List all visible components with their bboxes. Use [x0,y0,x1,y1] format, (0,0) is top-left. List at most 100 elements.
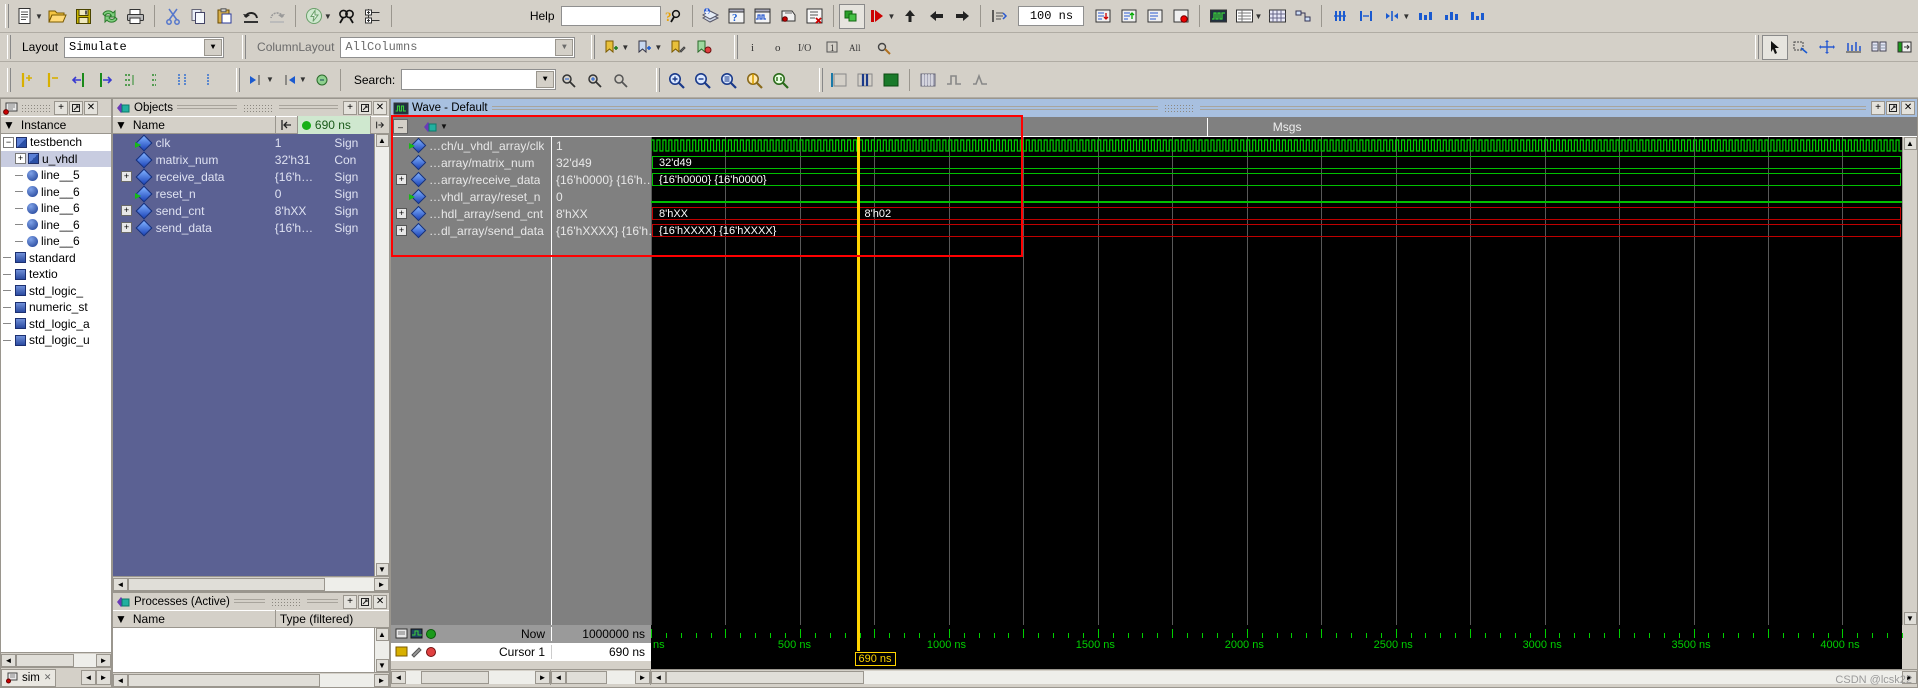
format-step-icon[interactable] [941,67,967,92]
layout-select[interactable]: Simulate ▼ [64,36,225,58]
waveform-canvas[interactable]: 32'd49 {16'h0000} {16'h0000} 8'hXX 8'h02 {16… [651,137,1902,625]
scroll-down-button[interactable]: ▼ [1903,612,1917,625]
measure-icon[interactable] [1840,35,1866,60]
scroll-track[interactable] [128,673,374,687]
chevron-down-icon[interactable]: ▼ [621,43,629,52]
object-row[interactable]: + send_cnt 8'hXX Sign [113,202,374,219]
chevron-down-icon[interactable]: ▼ [555,38,574,56]
instance-row[interactable]: line__6 [1,233,111,250]
step-over-icon[interactable] [1090,4,1116,29]
select-arrow-icon[interactable] [1762,34,1788,60]
format-dither-icon[interactable] [915,67,941,92]
add-icon[interactable]: + [343,594,358,609]
ungroup-signals-icon[interactable] [144,67,170,92]
object-row[interactable]: matrix_num 32'h31 Con [113,151,374,168]
instance-row[interactable]: std_logic_a [1,316,111,333]
scroll-thumb[interactable] [666,671,864,684]
column-filter-icon[interactable]: ▼ [1,118,17,132]
stop-sim-icon[interactable] [1168,4,1194,29]
wave-toolbar-grip[interactable] [7,67,11,92]
scroll-thumb[interactable] [128,577,325,591]
find-icon[interactable] [334,4,360,29]
objects-list[interactable]: clk 1 Sign matrix_num 32'h31 Con + receive_data… [113,134,374,576]
scroll-thumb[interactable] [566,671,608,684]
chevron-down-icon[interactable]: ▼ [536,71,555,88]
filter-grip[interactable] [734,35,739,59]
paste-icon[interactable] [212,4,238,29]
instance-row[interactable]: + u_vhdl [1,150,111,167]
scroll-left-button[interactable]: ◄ [651,671,666,684]
objects-time-column[interactable]: 690 ns [297,116,371,134]
format-analog-icon[interactable] [967,67,993,92]
scroll-track[interactable] [666,671,1902,684]
cursor-time-marker[interactable]: 690 ns [854,652,896,666]
wave-canvas-hscrollbar[interactable]: ◄ ► [651,670,1917,685]
scroll-down-button[interactable]: ▼ [375,659,389,672]
scroll-thumb[interactable] [16,653,74,667]
wave-names-hscrollbar[interactable]: ◄ ► [391,670,551,685]
columnlayout-grip[interactable] [242,35,247,59]
scroll-down-button[interactable]: ▼ [375,563,389,576]
objects-hscrollbar[interactable]: ◄ ► [113,576,389,591]
expand-icon[interactable]: + [396,174,407,185]
chevron-down-icon[interactable]: ▼ [324,12,332,21]
step-next-icon[interactable] [1142,4,1168,29]
scroll-track[interactable] [406,671,535,684]
insert-cursor-left-icon[interactable] [14,67,40,92]
collapse-all-button[interactable]: – [393,119,408,134]
wave-signal-values[interactable]: 1 32'd49 {16'h0000} {16'h… 0 8'hXX {16'hXXXX}… [551,137,651,625]
instance-hscrollbar[interactable]: ◄ ► [1,652,111,667]
tab-close-icon[interactable]: ✕ [44,672,52,683]
zoom-in-icon[interactable] [663,67,689,92]
zoom-mode-icon[interactable] [1788,35,1814,60]
objects-vscrollbar[interactable]: ▲ ▼ [374,134,389,576]
zoom-cursor-icon[interactable] [741,67,767,92]
instance-tree[interactable]: − testbench + u_vhdl line__5 line__6 line__6 li… [1,134,111,652]
scroll-left-button[interactable]: ◄ [1,653,16,667]
open-folder-icon[interactable] [45,4,71,29]
undock-icon[interactable] [358,100,372,115]
collapse-icon[interactable]: − [3,136,14,148]
time-axis[interactable]: ns 500 ns 1000 ns 1500 ns 2000 ns 2500 ns 3000… [651,625,1903,651]
undo-icon[interactable] [238,4,264,29]
compare-icon[interactable] [1866,35,1892,60]
expand-panel-icon[interactable] [1892,35,1918,60]
scroll-thumb[interactable] [421,671,489,684]
object-row[interactable]: clk 1 Sign [113,134,374,151]
load-sim-icon[interactable] [698,4,724,29]
memory-window-icon[interactable] [1264,4,1290,29]
now-icons[interactable] [395,628,438,640]
bookmark-edit-icon[interactable] [664,35,690,60]
expand-icon[interactable]: + [121,205,132,216]
step-out-icon[interactable] [1116,4,1142,29]
scroll-left-button[interactable]: ◄ [551,671,566,684]
zoom-out-blue-icon[interactable] [1353,4,1379,29]
panel-grip-dots[interactable] [21,103,51,112]
tab-scroll-right[interactable]: ► [96,670,111,685]
instance-row[interactable]: std_logic_ [1,283,111,300]
chevron-down-icon[interactable]: ▼ [266,75,274,84]
select-grip[interactable] [1755,35,1759,59]
wave-signal-row[interactable]: …ch/u_vhdl_array/clk [391,137,551,154]
search-all-icon[interactable] [608,67,634,92]
scroll-left-button[interactable]: ◄ [113,577,128,591]
scroll-track[interactable] [128,577,374,591]
panel-grip-dots[interactable] [1163,104,1194,112]
restart-icon[interactable] [776,4,802,29]
grid1-icon[interactable] [1412,4,1438,29]
add-icon[interactable]: + [1871,101,1886,115]
split-signals-icon[interactable] [196,67,222,92]
scroll-track[interactable] [566,671,635,684]
scroll-up-button[interactable]: ▲ [375,628,389,641]
search-grip[interactable] [236,67,240,92]
zoom-in-blue-icon[interactable] [1327,4,1353,29]
instance-row[interactable]: line__5 [1,167,111,184]
forward-icon[interactable] [949,4,975,29]
instance-row[interactable]: numeric_st [1,299,111,316]
pan-mode-icon[interactable] [1814,35,1840,60]
filter-internal-icon[interactable]: 1 [819,35,845,60]
print-icon[interactable] [123,4,149,29]
run-time-input[interactable]: 100 ns [1018,6,1085,26]
format-left-icon[interactable] [826,67,852,92]
chevron-down-icon[interactable]: ▼ [1254,12,1262,21]
